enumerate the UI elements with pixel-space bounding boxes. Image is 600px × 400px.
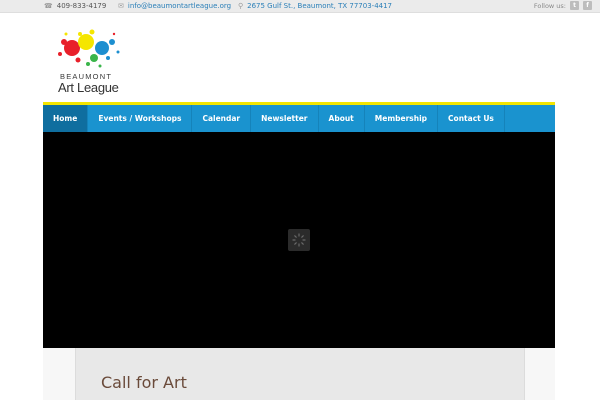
envelope-icon: ✉ xyxy=(118,2,124,10)
nav-item-about[interactable]: About xyxy=(319,105,365,132)
hero-slider[interactable] xyxy=(43,132,555,348)
twitter-icon[interactable]: t xyxy=(570,1,579,10)
loading-spinner-icon xyxy=(288,229,310,251)
nav-item-contact-us[interactable]: Contact Us xyxy=(438,105,505,132)
section-title: Call for Art xyxy=(101,373,187,392)
site-logo[interactable]: BEAUMONT Art League xyxy=(44,14,134,98)
nav-item-events-workshops[interactable]: Events / Workshops xyxy=(88,105,193,132)
facebook-icon[interactable]: f xyxy=(583,1,592,10)
email-info[interactable]: ✉ info@beaumontartleague.org xyxy=(118,2,231,10)
address-text[interactable]: 2675 Gulf St., Beaumont, TX 77703-4417 xyxy=(247,2,392,10)
email-link[interactable]: info@beaumontartleague.org xyxy=(128,2,231,10)
top-info-bar: ☎ 409-833-4179 ✉ info@beaumontartleague.… xyxy=(0,0,600,13)
nav-item-membership[interactable]: Membership xyxy=(365,105,439,132)
follow-label: Follow us: xyxy=(533,1,566,10)
address-info: ⚲ 2675 Gulf St., Beaumont, TX 77703-4417 xyxy=(238,2,392,10)
nav-item-newsletter[interactable]: Newsletter xyxy=(251,105,319,132)
phone-number: 409-833-4179 xyxy=(56,2,107,10)
map-pin-icon: ⚲ xyxy=(238,2,244,10)
call-for-art-card: Call for Art xyxy=(75,348,525,400)
logo-line-2: Art League xyxy=(58,80,119,95)
phone-icon: ☎ xyxy=(44,2,53,10)
follow-us: Follow us: t f xyxy=(534,1,592,10)
phone-info: ☎ 409-833-4179 xyxy=(44,2,106,10)
nav-item-home[interactable]: Home xyxy=(43,105,89,132)
main-nav: Home Events / Workshops Calendar Newslet… xyxy=(43,105,555,132)
nav-item-calendar[interactable]: Calendar xyxy=(192,105,252,132)
